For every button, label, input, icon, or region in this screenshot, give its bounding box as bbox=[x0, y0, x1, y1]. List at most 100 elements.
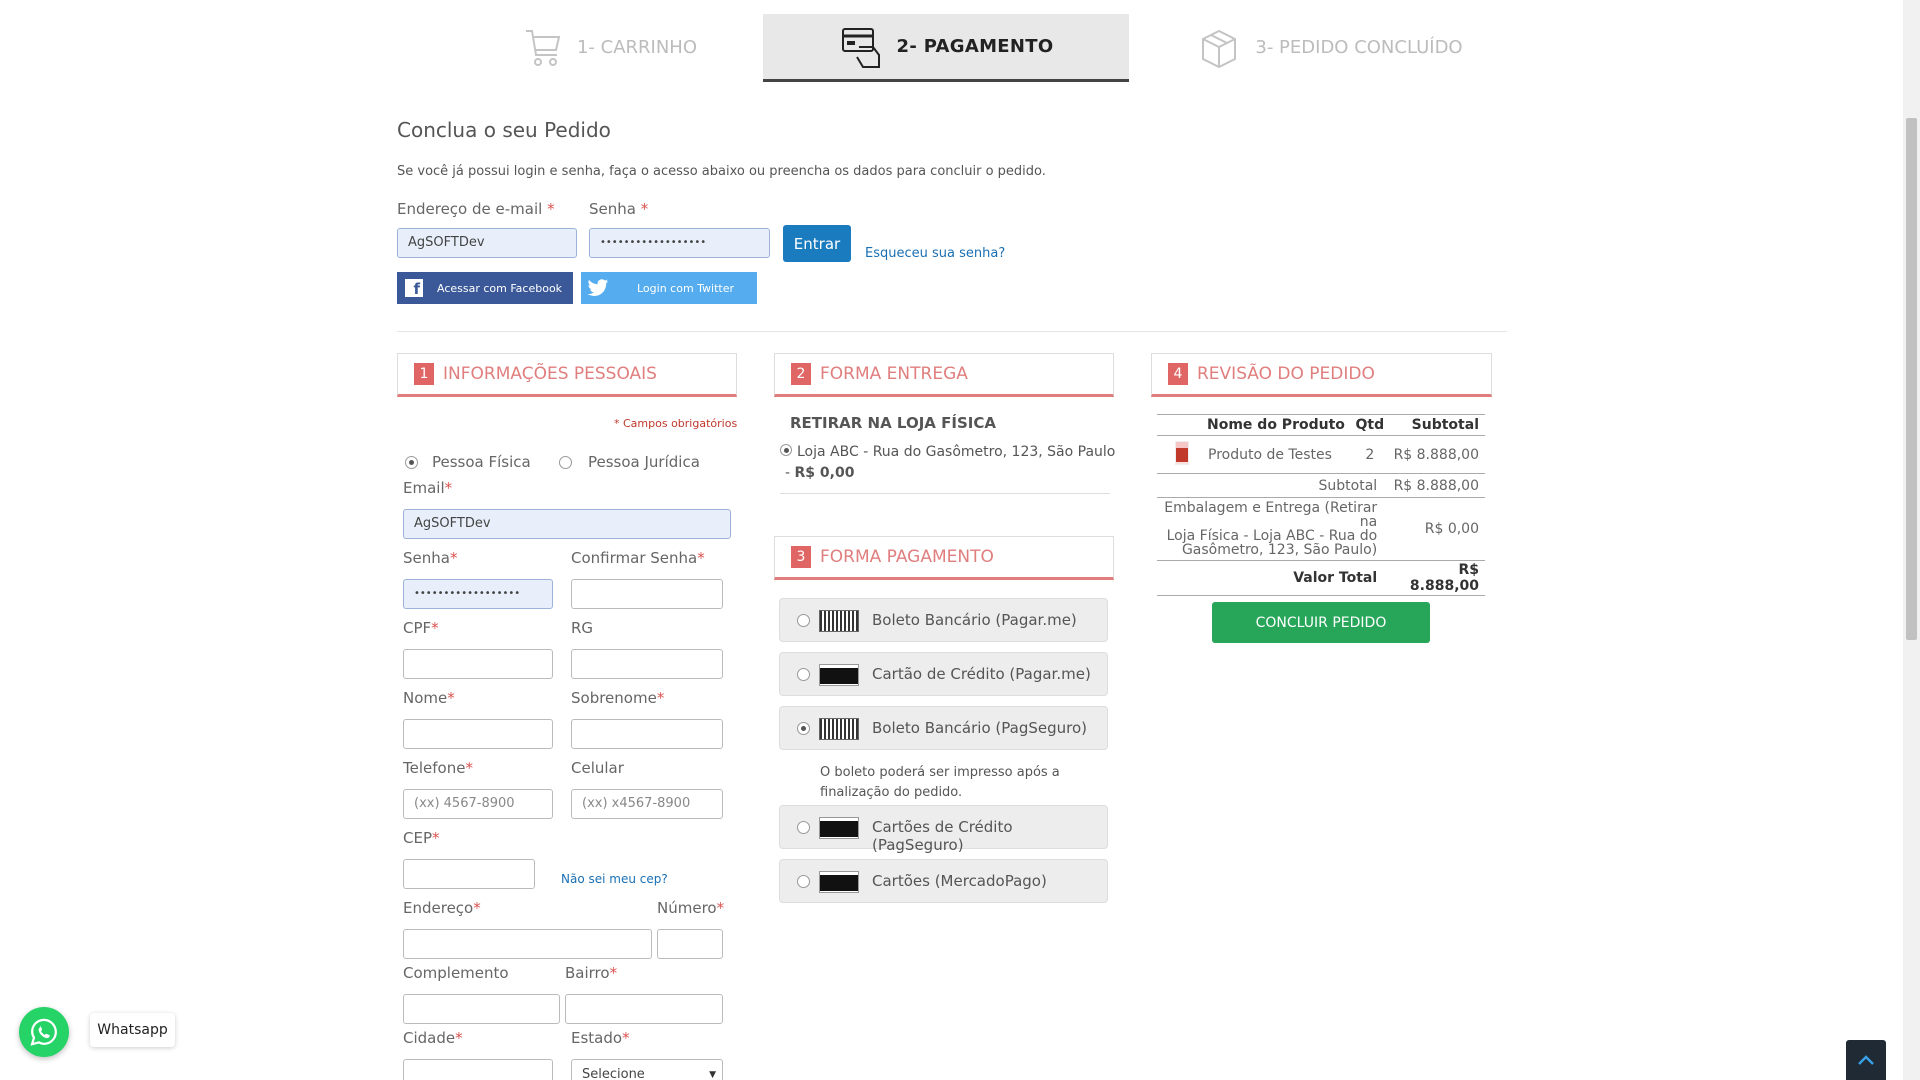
endereco-label: Endereço* bbox=[403, 899, 481, 917]
delivery-radio[interactable] bbox=[780, 444, 792, 456]
credit-card-icon bbox=[819, 817, 859, 839]
whatsapp-icon bbox=[30, 1018, 57, 1046]
login-password-input[interactable]: •••••••••••••••••• bbox=[589, 228, 770, 258]
delivery-divider bbox=[780, 493, 1110, 494]
celular-label: Celular bbox=[571, 759, 624, 777]
payment-option-mercadopago[interactable]: Cartões (MercadoPago) bbox=[779, 859, 1108, 903]
estado-select[interactable]: Selecione ▼ bbox=[571, 1059, 723, 1080]
email-label: Email* bbox=[403, 479, 453, 497]
chevron-down-icon: ▼ bbox=[709, 1070, 716, 1080]
box-icon bbox=[1202, 29, 1237, 69]
confirm-senha-label: Confirmar Senha* bbox=[571, 549, 705, 567]
rg-label: RG bbox=[571, 619, 594, 637]
label-pessoa-fisica: Pessoa Física bbox=[432, 453, 531, 471]
bairro-field[interactable] bbox=[565, 994, 723, 1024]
nome-field[interactable] bbox=[403, 719, 553, 749]
payment-radio[interactable] bbox=[797, 875, 810, 888]
col-product: Nome do Produto bbox=[1207, 417, 1345, 433]
login-intro: Se você já possui login e senha, faça o … bbox=[397, 164, 1046, 179]
cart-icon bbox=[525, 30, 561, 66]
chevron-up-icon bbox=[1858, 1055, 1874, 1065]
payment-radio[interactable] bbox=[797, 668, 810, 681]
sobrenome-field[interactable] bbox=[571, 719, 723, 749]
table-row: Produto de Testes 2 R$ 8.888,00 bbox=[1157, 436, 1485, 474]
cep-field[interactable] bbox=[403, 859, 535, 889]
login-password-label: Senha * bbox=[589, 200, 649, 218]
step-payment[interactable]: 2- PAGAMENTO bbox=[763, 14, 1129, 82]
whatsapp-label[interactable]: Whatsapp bbox=[90, 1013, 175, 1047]
cpf-label: CPF* bbox=[403, 619, 439, 637]
telefone-field[interactable]: (xx) 4567-8900 bbox=[403, 789, 553, 819]
subtotal-row: Subtotal R$ 8.888,00 bbox=[1157, 474, 1485, 498]
scrollbar-thumb[interactable] bbox=[1906, 118, 1917, 640]
shipping-value: R$ 0,00 bbox=[1424, 521, 1479, 537]
enter-button[interactable]: Entrar bbox=[783, 225, 851, 262]
divider bbox=[397, 331, 1507, 332]
boleto-icon bbox=[819, 718, 859, 740]
subtotal-label: Subtotal bbox=[1318, 477, 1378, 494]
celular-field[interactable]: (xx) x4567-8900 bbox=[571, 789, 723, 819]
payment-radio[interactable] bbox=[797, 614, 810, 627]
payment-option-boleto-pagarme[interactable]: Boleto Bancário (Pagar.me) bbox=[779, 598, 1108, 642]
page-title: Conclua o seu Pedido bbox=[397, 118, 611, 142]
step-cart[interactable]: 1- CARRINHO bbox=[460, 12, 760, 82]
payment-header: 3 FORMA PAGAMENTO bbox=[774, 536, 1114, 580]
estado-label: Estado* bbox=[571, 1029, 630, 1047]
delivery-option-price: - R$ 0,00 bbox=[785, 465, 855, 481]
table-header-row: Nome do Produto Qtd Subtotal bbox=[1157, 414, 1485, 436]
forgot-password-link[interactable]: Esqueceu sua senha? bbox=[865, 246, 1005, 261]
delivery-option-title: RETIRAR NA LOJA FÍSICA bbox=[790, 414, 996, 432]
telefone-label: Telefone* bbox=[403, 759, 473, 777]
col-qty: Qtd bbox=[1355, 417, 1385, 433]
payment-radio[interactable] bbox=[797, 821, 810, 834]
bairro-label: Bairro* bbox=[565, 964, 618, 982]
radio-pessoa-juridica[interactable] bbox=[559, 456, 572, 469]
twitter-login-button[interactable]: Login com Twitter bbox=[581, 272, 757, 304]
delivery-header: 2 FORMA ENTREGA bbox=[774, 353, 1114, 397]
complemento-label: Complemento bbox=[403, 964, 509, 982]
product-name: Produto de Testes bbox=[1208, 446, 1332, 463]
payment-option-cards-pagseguro[interactable]: Cartões de Crédito (PagSeguro) bbox=[779, 805, 1108, 854]
login-email-input[interactable]: AgSOFTDev bbox=[397, 228, 577, 258]
cep-label: CEP* bbox=[403, 829, 440, 847]
step-payment-label: 2- PAGAMENTO bbox=[896, 36, 1054, 57]
rg-field[interactable] bbox=[571, 649, 723, 679]
email-field[interactable]: AgSOFTDev bbox=[403, 509, 731, 539]
whatsapp-button[interactable] bbox=[19, 1007, 69, 1057]
order-review-table: Nome do Produto Qtd Subtotal Produto de … bbox=[1157, 414, 1485, 596]
facebook-icon: f bbox=[405, 279, 423, 298]
delivery-option-text: Loja ABC - Rua do Gasômetro, 123, São Pa… bbox=[797, 444, 1116, 460]
senha-field[interactable]: •••••••••••••••••• bbox=[403, 579, 553, 609]
shipping-row: Embalagem e Entrega (Retirar na Loja Fís… bbox=[1157, 498, 1485, 561]
required-fields-note: * Campos obrigatórios bbox=[614, 417, 738, 430]
total-label: Valor Total bbox=[1293, 570, 1378, 586]
payment-option-boleto-pagseguro[interactable]: Boleto Bancário (PagSeguro) bbox=[779, 706, 1108, 750]
numero-label: Número* bbox=[657, 899, 725, 917]
credit-card-icon bbox=[819, 664, 859, 686]
complemento-field[interactable] bbox=[403, 994, 560, 1024]
endereco-field[interactable] bbox=[403, 929, 652, 959]
boleto-icon bbox=[819, 610, 859, 632]
cpf-field[interactable] bbox=[403, 649, 553, 679]
numero-field[interactable] bbox=[657, 929, 723, 959]
col-subtotal: Subtotal bbox=[1411, 417, 1479, 433]
radio-pessoa-fisica[interactable] bbox=[405, 456, 418, 469]
step-done[interactable]: 3- PEDIDO CONCLUÍDO bbox=[1180, 12, 1480, 82]
step-done-label: 3- PEDIDO CONCLUÍDO bbox=[1255, 36, 1463, 58]
cep-lookup-link[interactable]: Não sei meu cep? bbox=[561, 872, 668, 886]
credit-card-icon bbox=[819, 871, 859, 893]
facebook-login-button[interactable]: f Acessar com Facebook bbox=[397, 272, 573, 304]
confirm-senha-field[interactable] bbox=[571, 579, 723, 609]
product-qty: 2 bbox=[1365, 446, 1375, 463]
login-email-label: Endereço de e-mail * bbox=[397, 200, 555, 218]
conclude-order-button[interactable]: CONCLUIR PEDIDO bbox=[1212, 602, 1430, 643]
scrollbar-track[interactable] bbox=[1903, 0, 1920, 1080]
label-pessoa-juridica: Pessoa Jurídica bbox=[588, 453, 700, 471]
cidade-field[interactable] bbox=[403, 1059, 553, 1080]
personal-info-header: 1 INFORMAÇÕES PESSOAIS bbox=[397, 353, 737, 397]
twitter-icon bbox=[587, 279, 609, 296]
payment-radio[interactable] bbox=[797, 722, 810, 735]
scroll-top-button[interactable] bbox=[1846, 1040, 1886, 1080]
payment-option-card-pagarme[interactable]: Cartão de Crédito (Pagar.me) bbox=[779, 652, 1108, 696]
payment-icon bbox=[841, 27, 880, 68]
